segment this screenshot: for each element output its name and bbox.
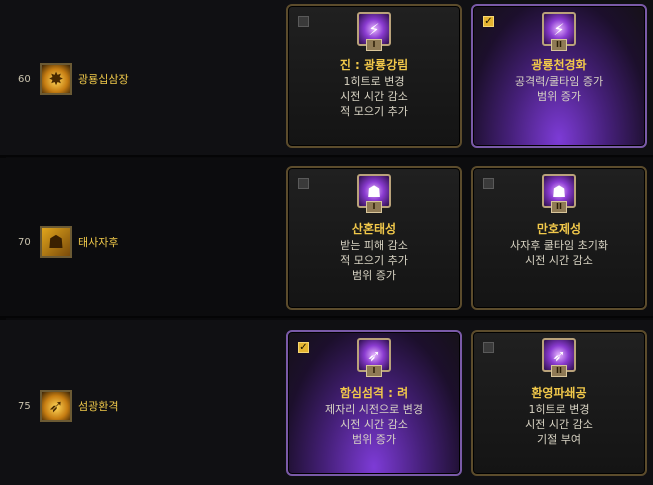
skill-level: 60 [18, 73, 31, 85]
tiger-mask-icon: ☗ I [357, 174, 391, 213]
tripod-name: 광룡천경화 [531, 58, 587, 72]
tiger-roar-icon[interactable]: ☗ [40, 226, 72, 258]
tripod-card-75-1[interactable]: ✓ ➶ I 함심섬격 : 려 제자리 시전으로 변경 시전 시간 감소 범위 증가 [286, 330, 462, 476]
tripod-name: 산혼태성 [351, 222, 397, 236]
skill-row-70: 70 ☗ 태사자후 ☗ I 산혼태성 받는 피해 감소 적 모으기 추가 범위 증… [0, 158, 653, 316]
fire-dragon-fist-icon[interactable]: ✸ [40, 63, 72, 95]
skill-level: 70 [18, 236, 31, 248]
tripod-checkbox[interactable] [298, 178, 309, 189]
skill-info: 70 ☗ 태사자후 [18, 226, 118, 258]
lightning-burst-icon: ⚡ I [357, 12, 391, 51]
skill-name: 태사자후 [78, 236, 119, 249]
skill-name: 섬광환격 [78, 400, 119, 413]
tripod-desc: 받는 피해 감소 적 모으기 추가 범위 증가 [340, 239, 408, 282]
tripod-checkbox[interactable] [483, 342, 494, 353]
skill-level: 75 [18, 400, 31, 412]
tripod-checkbox[interactable]: ✓ [298, 342, 309, 353]
tripod-name: 진 : 광룡강림 [339, 58, 409, 72]
tripod-checkbox[interactable] [483, 178, 494, 189]
row-divider [0, 316, 653, 318]
tripod-desc: 사자후 쿨타임 초기화 시전 시간 감소 [509, 239, 609, 267]
dash-strike-icon: ➶ I [357, 338, 391, 377]
tripod-desc: 제자리 시전으로 변경 시전 시간 감소 범위 증가 [324, 403, 424, 446]
row-divider [0, 155, 653, 157]
tripod-checkbox[interactable] [298, 16, 309, 27]
flash-strike-icon[interactable]: ➶ [40, 390, 72, 422]
skill-info: 60 ✸ 광룡십삼장 [18, 63, 129, 95]
lightning-burst-icon: ⚡ II [542, 12, 576, 51]
tripod-checkbox[interactable]: ✓ [483, 16, 494, 27]
tripod-desc: 1히트로 변경 시전 시간 감소 적 모으기 추가 [340, 75, 408, 118]
tripod-desc: 공격력/쿨타임 증가 범위 증가 [514, 75, 604, 103]
tripod-card-70-2[interactable]: ☗ II 만호제성 사자후 쿨타임 초기화 시전 시간 감소 [471, 166, 647, 310]
dash-strike-icon: ➶ II [542, 338, 576, 377]
tripod-name: 함심섬격 : 려 [339, 386, 409, 400]
tripod-card-60-2[interactable]: ✓ ⚡ II 광룡천경화 공격력/쿨타임 증가 범위 증가 [471, 4, 647, 148]
skill-info: 75 ➶ 섬광환격 [18, 390, 118, 422]
tripod-desc: 1히트로 변경 시전 시간 감소 기절 부여 [525, 403, 593, 446]
tripod-name: 환영파쇄공 [531, 386, 587, 400]
tripod-card-75-2[interactable]: ➶ II 환영파쇄공 1히트로 변경 시전 시간 감소 기절 부여 [471, 330, 647, 476]
tiger-mask-icon: ☗ II [542, 174, 576, 213]
tripod-card-70-1[interactable]: ☗ I 산혼태성 받는 피해 감소 적 모으기 추가 범위 증가 [286, 166, 462, 310]
tripod-card-60-1[interactable]: ⚡ I 진 : 광룡강림 1히트로 변경 시전 시간 감소 적 모으기 추가 [286, 4, 462, 148]
skill-name: 광룡십삼장 [78, 73, 129, 86]
skill-row-60: 60 ✸ 광룡십삼장 ⚡ I 진 : 광룡강림 1히트로 변경 시전 시간 감소 … [0, 0, 653, 155]
tripod-name: 만호제성 [536, 222, 582, 236]
skill-row-75: 75 ➶ 섬광환격 ✓ ➶ I 함심섬격 : 려 제자리 시전으로 변경 시전 시… [0, 320, 653, 485]
